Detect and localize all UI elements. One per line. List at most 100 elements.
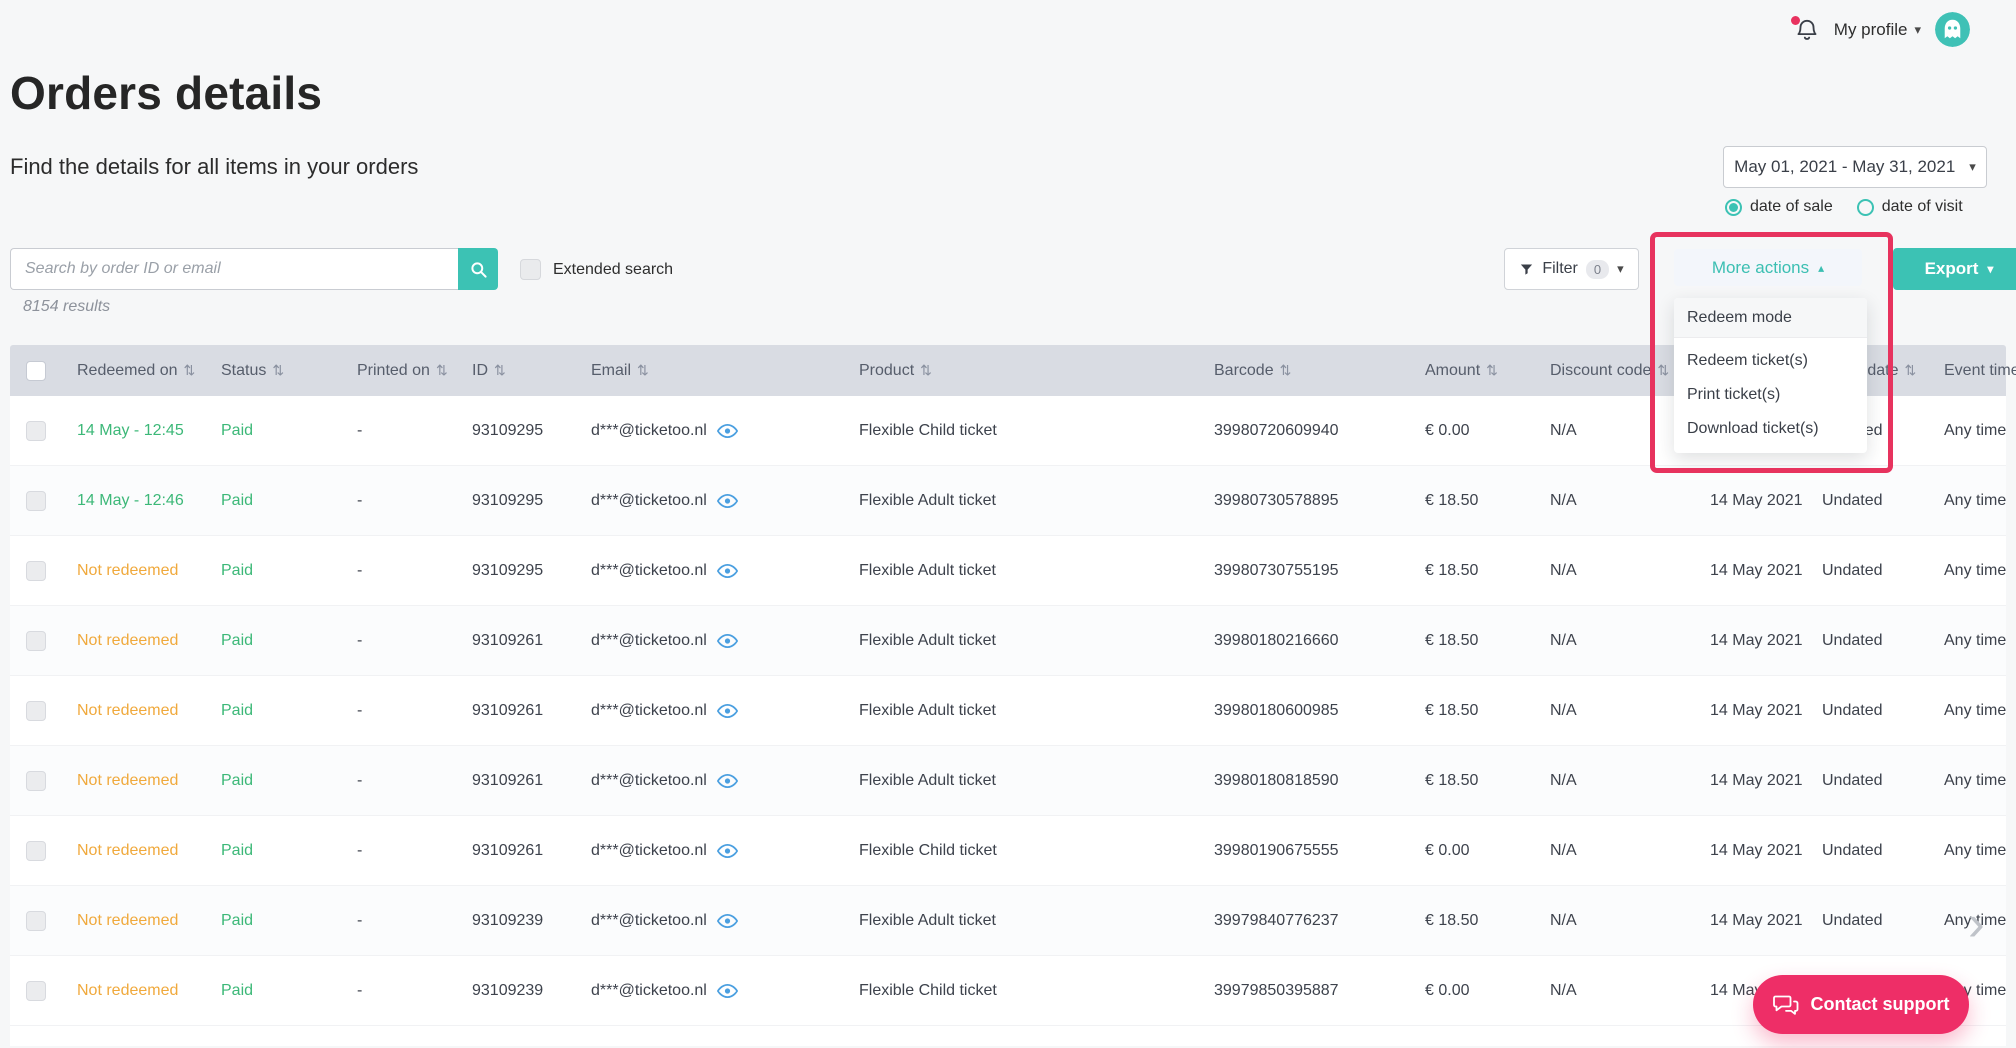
sort-icon: ⇅ xyxy=(1657,362,1670,378)
column-header-email[interactable]: Email ⇅ xyxy=(591,362,859,380)
row-checkbox[interactable] xyxy=(26,980,46,1001)
cell-value: 39979850395887 xyxy=(1214,981,1339,999)
column-header-amount[interactable]: Amount ⇅ xyxy=(1425,362,1550,380)
cell-value: - xyxy=(357,701,363,719)
column-header-status[interactable]: Status ⇅ xyxy=(221,362,357,380)
radio-date-of-sale[interactable]: date of sale xyxy=(1725,198,1833,216)
menu-item-redeem-mode[interactable]: Redeem mode xyxy=(1674,298,1867,338)
cell-id: 93109295 xyxy=(472,562,591,580)
cell-status: Paid xyxy=(221,912,357,930)
avatar[interactable] xyxy=(1935,12,1970,47)
eye-icon[interactable] xyxy=(716,423,738,438)
eye-icon[interactable] xyxy=(716,493,738,508)
sort-icon: ⇅ xyxy=(1279,362,1292,378)
radio-date-of-visit[interactable]: date of visit xyxy=(1856,198,1963,216)
row-select-cell xyxy=(10,700,77,721)
contact-support-button[interactable]: Contact support xyxy=(1753,975,1969,1034)
cell-value: 93109239 xyxy=(472,981,544,999)
cell-value: - xyxy=(357,981,363,999)
row-select-cell xyxy=(10,420,77,441)
export-label: Export xyxy=(1924,259,1979,278)
cell-value: Paid xyxy=(221,701,254,719)
row-checkbox[interactable] xyxy=(26,700,46,721)
column-header-label: Email xyxy=(591,361,632,379)
cell-discount-code: N/A xyxy=(1550,702,1710,720)
row-checkbox[interactable] xyxy=(26,490,46,511)
cell-value: € 18.50 xyxy=(1425,491,1479,509)
row-select-cell xyxy=(10,770,77,791)
eye-icon[interactable] xyxy=(716,633,738,648)
cell-value: N/A xyxy=(1550,421,1577,439)
cell-value: € 18.50 xyxy=(1425,911,1479,929)
column-header-barcode[interactable]: Barcode ⇅ xyxy=(1214,362,1425,380)
eye-icon[interactable] xyxy=(716,913,738,928)
eye-icon[interactable] xyxy=(716,563,738,578)
page-title: Orders details xyxy=(10,67,323,119)
profile-menu[interactable]: My profile ▾ xyxy=(1834,20,1921,40)
cell-event-time: Any time xyxy=(1944,702,2006,720)
cell-value: Paid xyxy=(221,841,254,859)
select-all-checkbox[interactable] xyxy=(26,360,46,381)
row-checkbox[interactable] xyxy=(26,910,46,931)
header-select-cell xyxy=(10,360,77,381)
export-button[interactable]: Export ▾ xyxy=(1893,248,2016,290)
cell-event-time: Any time xyxy=(1944,632,2006,650)
column-header-id[interactable]: ID ⇅ xyxy=(472,362,591,380)
table-row: Not redeemed Paid - 93109261 d***@ticketoo.n… xyxy=(10,676,2006,746)
cell-date: 14 May 2021 xyxy=(1710,562,1822,580)
eye-icon[interactable] xyxy=(716,773,738,788)
sort-icon: ⇅ xyxy=(494,362,506,378)
cell-value: Any time xyxy=(1944,841,2007,859)
cell-value: Flexible Child ticket xyxy=(859,841,997,859)
notifications-button[interactable] xyxy=(1790,15,1820,43)
row-checkbox[interactable] xyxy=(26,420,46,441)
cell-product: Flexible Adult ticket xyxy=(859,632,1214,650)
cell-value: - xyxy=(357,491,363,509)
scroll-right-chevron[interactable]: › xyxy=(1968,898,1985,948)
search-input[interactable] xyxy=(10,248,458,290)
cell-value: € 0.00 xyxy=(1425,981,1470,999)
filter-button[interactable]: Filter 0 ▾ xyxy=(1504,248,1639,290)
column-header-printed-on[interactable]: Printed on ⇅ xyxy=(357,362,472,380)
row-checkbox[interactable] xyxy=(26,560,46,581)
cell-printed-on: - xyxy=(357,842,472,860)
column-header-redeemed-on[interactable]: Redeemed on ⇅ xyxy=(77,362,221,380)
cell-value: N/A xyxy=(1550,491,1577,509)
cell-date: 14 May 2021 xyxy=(1710,912,1822,930)
page-subtitle: Find the details for all items in your o… xyxy=(10,154,419,179)
row-checkbox[interactable] xyxy=(26,840,46,861)
column-header-product[interactable]: Product ⇅ xyxy=(859,362,1214,380)
cell-status: Paid xyxy=(221,632,357,650)
cell-value: Flexible Adult ticket xyxy=(859,911,996,929)
menu-item-download-ticket-s[interactable]: Download ticket(s) xyxy=(1674,412,1867,446)
eye-icon[interactable] xyxy=(716,983,738,998)
row-select-cell xyxy=(10,560,77,581)
cell-value: d***@ticketoo.nl xyxy=(591,981,707,999)
cell-value: d***@ticketoo.nl xyxy=(591,561,707,579)
cell-value: 39980730578895 xyxy=(1214,491,1339,509)
column-header-event-time[interactable]: Event time⇅ xyxy=(1944,362,2016,380)
cell-discount-code: N/A xyxy=(1550,772,1710,790)
menu-item-print-ticket-s[interactable]: Print ticket(s) xyxy=(1674,378,1867,412)
cell-value: 14 May 2021 xyxy=(1710,491,1803,509)
row-checkbox[interactable] xyxy=(26,770,46,791)
search-button[interactable] xyxy=(458,248,498,290)
cell-redeemed-on: Not redeemed xyxy=(77,632,221,650)
more-actions-button[interactable]: More actions ▴ xyxy=(1674,249,1862,286)
cell-id: 93109295 xyxy=(472,422,591,440)
results-count: 8154 results xyxy=(23,298,111,315)
cell-value: 93109261 xyxy=(472,631,544,649)
date-range-selector[interactable]: May 01, 2021 - May 31, 2021 ▾ xyxy=(1723,146,1987,188)
eye-icon[interactable] xyxy=(716,843,738,858)
row-checkbox[interactable] xyxy=(26,630,46,651)
row-select-cell xyxy=(10,630,77,651)
cell-value: Not redeemed xyxy=(77,981,179,999)
menu-item-redeem-ticket-s[interactable]: Redeem ticket(s) xyxy=(1674,344,1867,378)
cell-id: 93109261 xyxy=(472,772,591,790)
cell-value: Flexible Child ticket xyxy=(859,981,997,999)
table-row: 14 May - 12:46 Paid - 93109295 d***@ticketoo… xyxy=(10,466,2006,536)
cell-event-date: Undated xyxy=(1822,702,1944,720)
cell-amount: € 0.00 xyxy=(1425,842,1550,860)
extended-search-checkbox[interactable] xyxy=(520,259,541,280)
eye-icon[interactable] xyxy=(716,703,738,718)
